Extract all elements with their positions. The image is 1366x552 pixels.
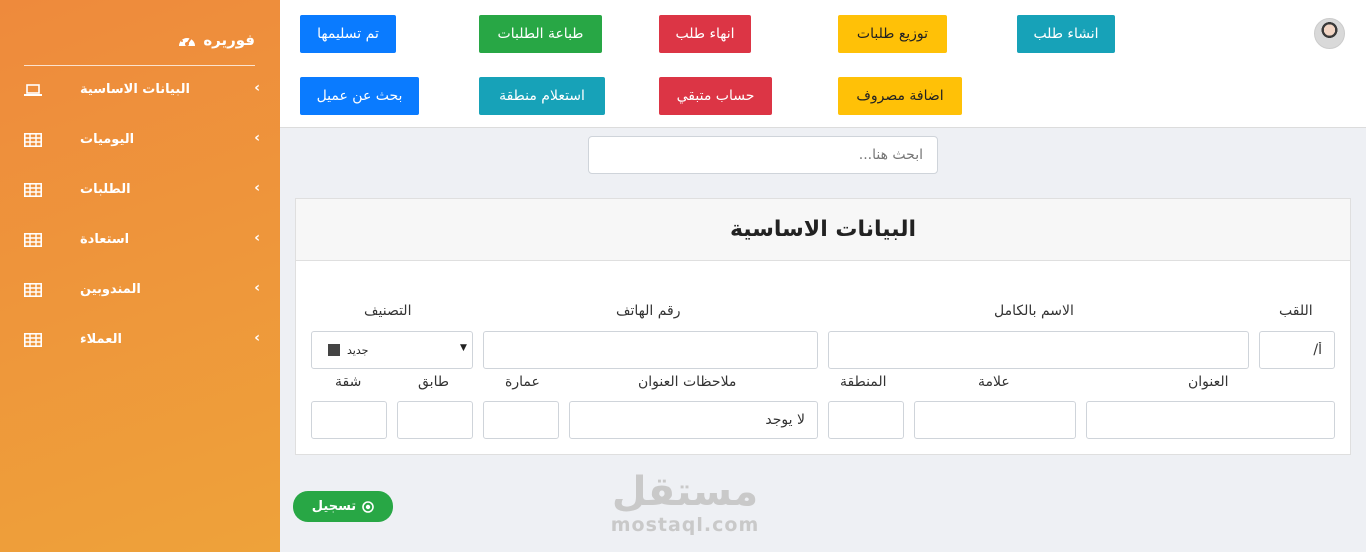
sidebar-item-customers[interactable]: العملاء ‹ [20,328,260,354]
submit-button[interactable]: تسجيل [293,491,393,522]
category-select[interactable]: ▼ جديد [311,331,473,369]
sidebar-item-daily[interactable]: اليوميات ‹ [20,128,260,154]
sidebar-item-delegates[interactable]: المندوبين ‹ [20,278,260,304]
dot-circle-icon [362,500,374,513]
distribute-orders-button[interactable]: توزيع طلبات [838,15,947,53]
card-title: البيانات الاساسية [296,199,1350,261]
apartment-label: شقة [335,374,362,390]
sidebar-item-restore[interactable]: استعادة ‹ [20,228,260,254]
brand[interactable]: فوريره [24,28,255,52]
title-label: اللقب [1279,303,1313,319]
remaining-balance-button[interactable]: حساب متبقي [659,77,772,115]
finish-order-button[interactable]: انهاء طلب [659,15,751,53]
chevron-left-icon: ‹ [254,230,260,246]
landmark-field[interactable] [914,401,1076,439]
address-label: العنوان [1188,374,1229,390]
building-field[interactable] [483,401,559,439]
watermark-english: mostaql.com [610,514,760,536]
search-customer-button[interactable]: بحث عن عميل [300,77,419,115]
chevron-left-icon: ‹ [254,180,260,196]
full-name-field[interactable] [828,331,1249,369]
search-input[interactable] [588,136,938,174]
sidebar-item-basic-data[interactable]: البيانات الاساسية ‹ [20,78,260,104]
add-expense-button[interactable]: اضافة مصروف [838,77,962,115]
delivered-button[interactable]: تم تسليمها [300,15,396,53]
create-order-button[interactable]: انشاء طلب [1017,15,1115,53]
sidebar: فوريره البيانات الاساسية ‹ اليوميات ‹ ال… [0,0,280,552]
full-name-label: الاسم بالكامل [994,303,1074,319]
query-area-button[interactable]: استعلام منطقة [479,77,605,115]
table-icon [24,333,42,347]
user-avatar[interactable] [1314,18,1345,49]
area-field[interactable] [828,401,904,439]
sidebar-item-label: الطلبات [80,182,131,197]
sidebar-item-orders[interactable]: الطلبات ‹ [20,178,260,204]
sidebar-item-label: البيانات الاساسية [80,82,190,97]
table-icon [24,133,42,147]
address-notes-field[interactable] [569,401,818,439]
category-selected-value: جديد [347,344,369,357]
chevron-down-icon: ▼ [460,343,467,353]
category-color-swatch [328,344,340,356]
apartment-field[interactable] [311,401,387,439]
table-icon [24,233,42,247]
laptop-icon [24,84,42,96]
chevron-left-icon: ‹ [254,130,260,146]
chevron-left-icon: ‹ [254,280,260,296]
sidebar-item-label: المندوبين [80,282,141,297]
submit-label: تسجيل [311,499,357,514]
building-label: عمارة [505,374,540,390]
table-icon [24,283,42,297]
address-notes-label: ملاحظات العنوان [638,374,737,390]
table-icon [24,183,42,197]
sidebar-divider [24,65,255,66]
watermark: مستقل mostaql.com [600,470,770,542]
chevron-left-icon: ‹ [254,80,260,96]
landmark-label: علامة [978,374,1010,390]
category-label: التصنيف [364,303,412,319]
phone-label: رقم الهاتف [616,303,681,319]
sidebar-item-label: اليوميات [80,132,135,147]
print-orders-button[interactable]: طباعة الطلبات [479,15,602,53]
watermark-arabic: مستقل [611,469,759,515]
sidebar-item-label: العملاء [80,332,122,347]
phone-field[interactable] [483,331,818,369]
top-toolbar [280,0,1366,128]
area-label: المنطقة [840,374,887,390]
floor-label: طابق [418,374,449,390]
sidebar-item-label: استعادة [80,232,130,247]
chevron-left-icon: ‹ [254,330,260,346]
floor-field[interactable] [397,401,473,439]
dashboard-icon [179,35,196,46]
address-field[interactable] [1086,401,1335,439]
brand-name: فوريره [203,31,255,49]
title-field[interactable] [1259,331,1335,369]
